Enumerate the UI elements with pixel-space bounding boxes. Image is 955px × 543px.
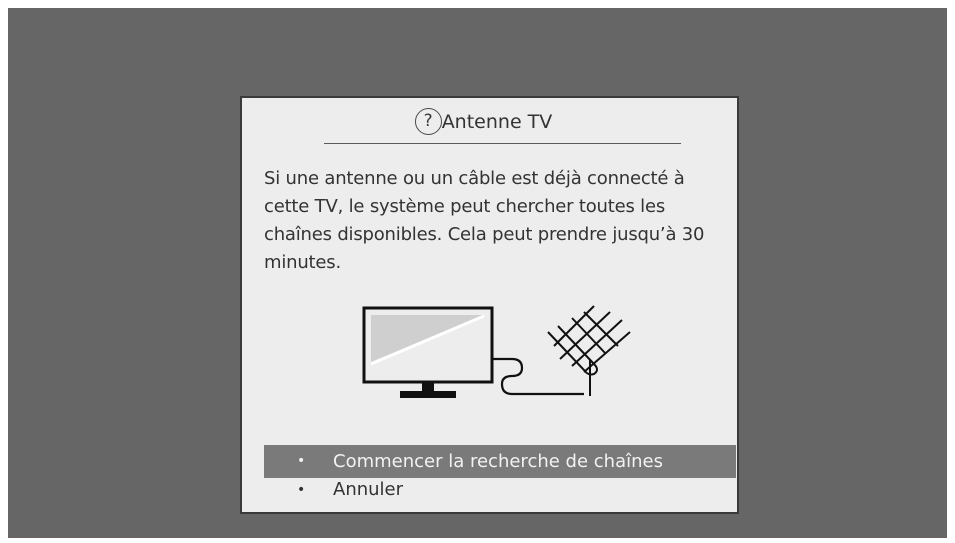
dialog-menu: • Commencer la recherche de chaînes • An…	[264, 445, 736, 502]
menu-bullet: •	[297, 453, 306, 469]
dialog-title: Antenne TV	[441, 110, 553, 133]
tv-antenna-icon	[362, 305, 631, 398]
cancel-button[interactable]: • Annuler	[264, 478, 736, 502]
dialog-header: ? Antenne TV	[242, 108, 737, 135]
antenna-dialog: ? Antenne TV Si une antenne ou un câble …	[240, 96, 739, 514]
title-divider	[324, 143, 681, 144]
start-channel-scan-button[interactable]: • Commencer la recherche de chaînes	[264, 445, 736, 478]
menu-bullet: •	[297, 482, 306, 498]
help-icon: ?	[414, 108, 442, 135]
start-channel-scan-label: Commencer la recherche de chaînes	[333, 451, 663, 472]
cancel-label: Annuler	[333, 479, 404, 500]
tv-screen: ? Antenne TV Si une antenne ou un câble …	[8, 8, 947, 538]
dialog-message: Si une antenne ou un câble est déjà conn…	[264, 168, 705, 273]
